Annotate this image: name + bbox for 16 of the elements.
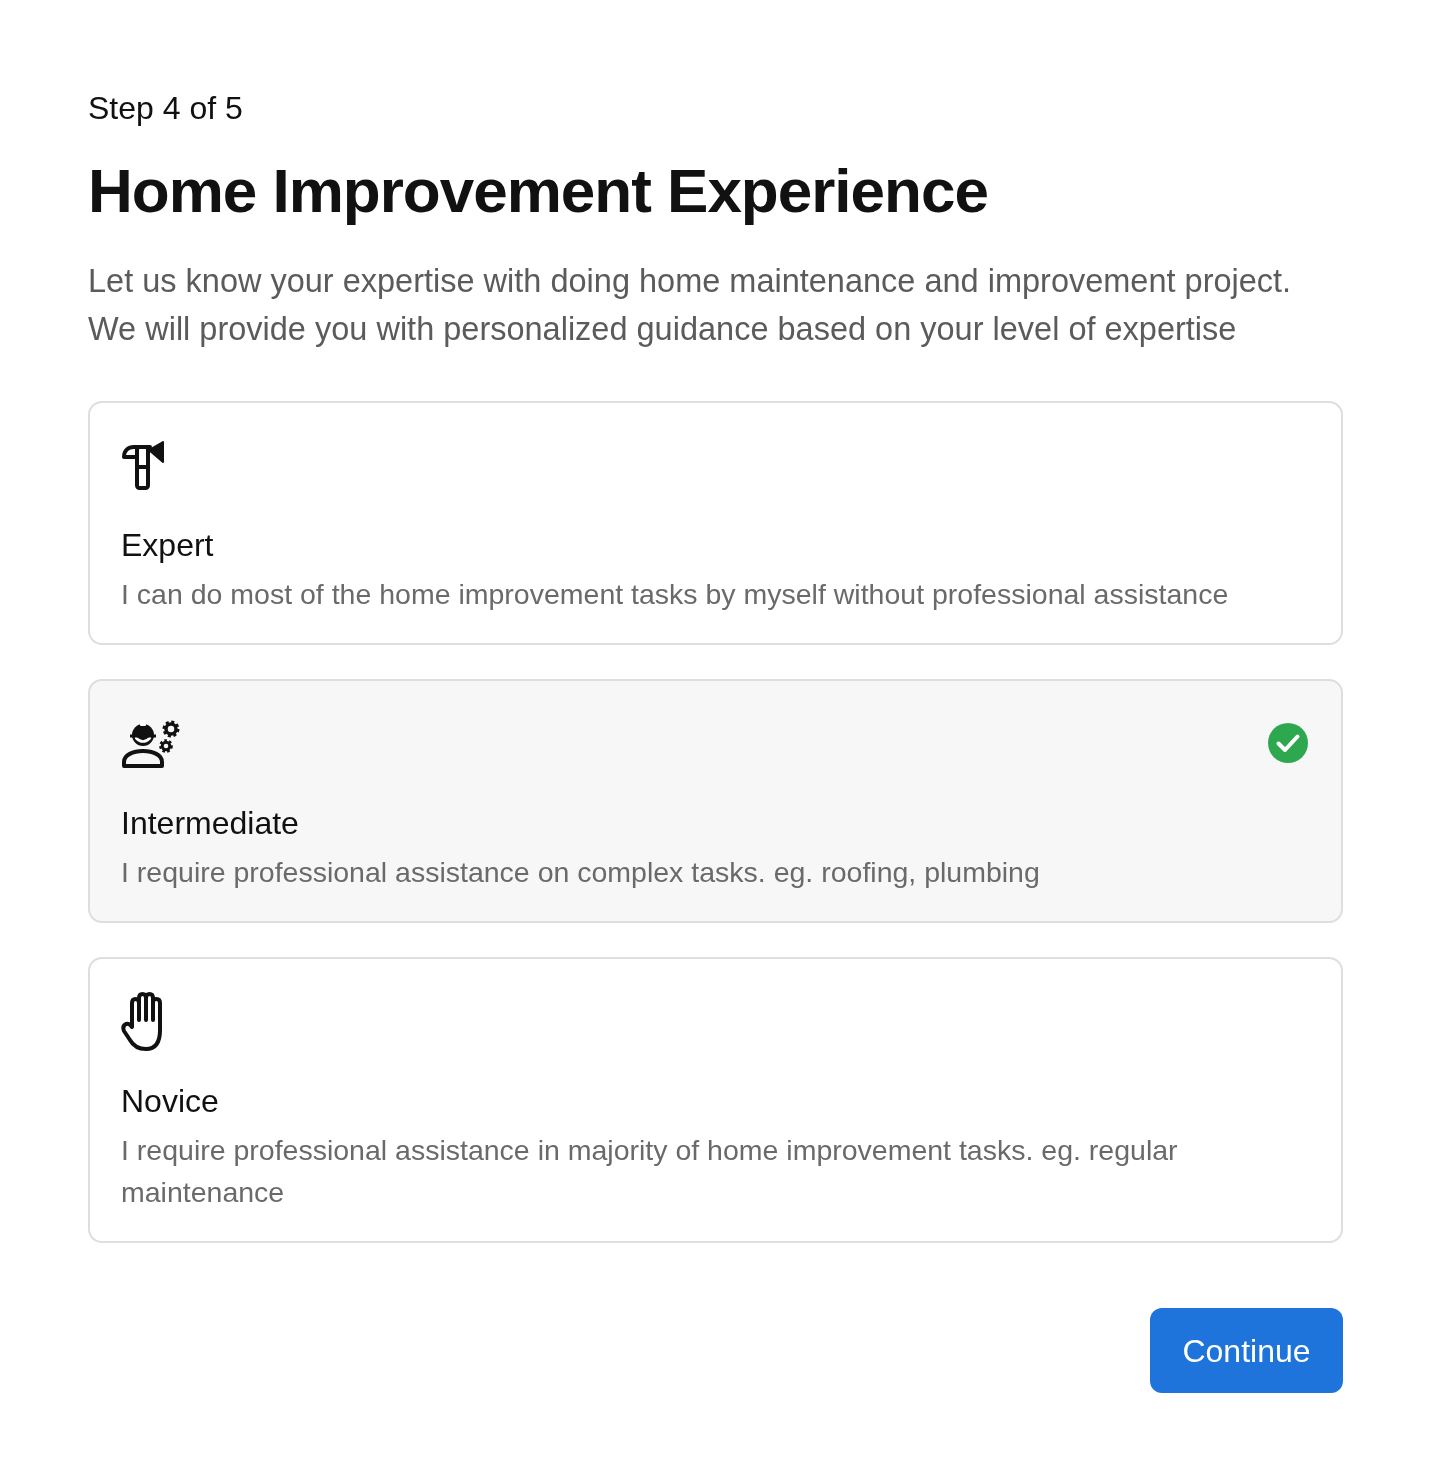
checkmark-icon — [1268, 723, 1308, 763]
step-indicator: Step 4 of 5 — [88, 90, 244, 126]
option-card[interactable]: Novice I require professional assistance in majority of home improvement tasks. eg. regular maintenance — [88, 957, 1343, 1243]
description-text: Let us know your expertise with doing home maintenance and improvement project. We will provide you with personalized guidance based on your level of expertise — [88, 262, 1293, 349]
option-description: I can do most of the home improvement tasks by myself without professional assistance — [121, 577, 1230, 612]
option-title: Expert — [121, 526, 215, 565]
hammer-icon — [121, 440, 165, 490]
option-description: I require professional assistance in majority of home improvement tasks. eg. regular maintenance — [121, 1133, 1179, 1210]
option-description: I require professional assistance on complex tasks. eg. roofing, plumbing — [121, 855, 1041, 890]
continue-button[interactable]: Continue — [1150, 1308, 1343, 1393]
option-card[interactable]: Intermediate I require professional assistance on complex tasks. eg. roofing, plumbing — [88, 679, 1343, 923]
worker-with-gears-icon — [121, 718, 181, 768]
option-title: Novice — [121, 1082, 220, 1121]
page-title: Home Improvement Experience — [88, 155, 989, 227]
option-title: Intermediate — [121, 804, 300, 843]
option-card[interactable]: Expert I can do most of the home improvement tasks by myself without professional assistance — [88, 401, 1343, 645]
